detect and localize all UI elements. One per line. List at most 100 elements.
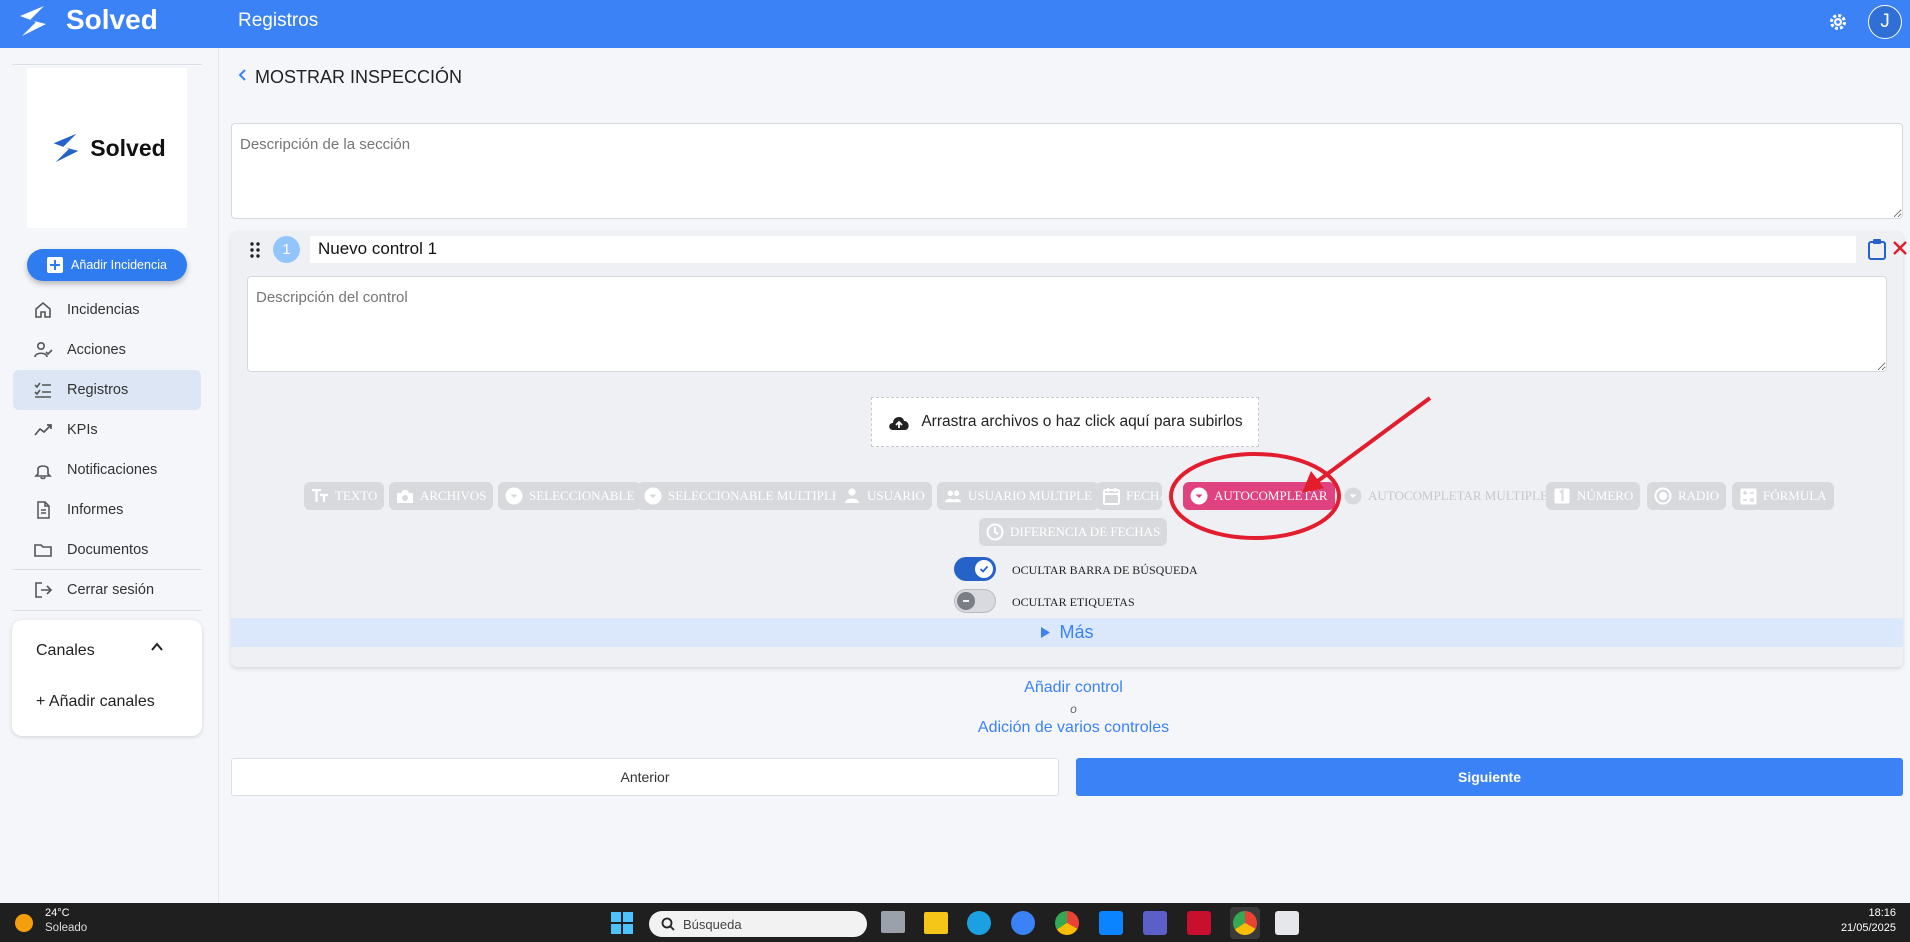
type-chip-label: FÓRMULA <box>1763 488 1827 503</box>
cloud-upload-icon <box>889 417 909 430</box>
people-icon <box>944 487 962 505</box>
chrome-active-icon[interactable] <box>1230 907 1260 939</box>
type-chip-label: SELECCIONABLE <box>529 488 635 503</box>
type-chip-label: USUARIO MULTIPLE <box>968 488 1093 503</box>
formula-icon <box>1739 487 1757 505</box>
type-chip-radio[interactable]: RADIO <box>1647 482 1727 510</box>
clock-time: 18:16 <box>1868 907 1896 919</box>
home-icon <box>35 301 51 318</box>
add-channels-button[interactable]: + Añadir canales <box>36 693 155 711</box>
type-chip-usuario[interactable]: USUARIO <box>836 482 932 510</box>
add-control-link[interactable]: Añadir control <box>219 679 1910 697</box>
sidebar: Solved Añadir Incidencia Incidencias Acc… <box>0 48 219 903</box>
task-view-icon[interactable] <box>881 911 905 933</box>
logout-icon <box>35 582 53 598</box>
channels-panel: Canales + Añadir canales <box>12 620 202 736</box>
type-chip-formula[interactable]: FÓRMULA <box>1732 482 1834 510</box>
brand-name: Solved <box>66 4 158 35</box>
type-chip-label: NÚMERO <box>1577 488 1634 503</box>
gear-icon[interactable] <box>1828 12 1848 32</box>
toggle-knob <box>957 592 975 610</box>
toggle-knob <box>975 560 993 578</box>
sidebar-item-label: Registros <box>67 382 129 398</box>
logout-label: Cerrar sesión <box>67 582 155 598</box>
more-options-toggle[interactable]: Más <box>231 618 1903 647</box>
solved-logo-icon <box>53 133 79 163</box>
type-chip-label: USUARIO <box>867 488 925 503</box>
chrome-icon[interactable] <box>1055 911 1079 935</box>
store-icon[interactable] <box>1099 911 1123 935</box>
sidebar-item-registros[interactable]: Registros <box>13 370 201 410</box>
top-bar: Solved Registros J <box>0 0 1910 48</box>
search-placeholder: Búsqueda <box>683 916 742 932</box>
weather-desc: Soleado <box>45 922 88 934</box>
calendar-icon <box>1103 487 1120 505</box>
windows-start-icon[interactable] <box>611 912 633 934</box>
section-description-input[interactable] <box>231 123 1903 219</box>
avatar[interactable]: J <box>1868 5 1902 39</box>
type-chip-label: RADIO <box>1678 488 1720 503</box>
type-chip-label: DIFERENCIA DE FECHAS <box>1010 524 1161 539</box>
sidebar-item-label: KPIs <box>67 422 98 438</box>
sidebar-item-incidencias[interactable]: Incidencias <box>13 290 201 330</box>
drag-handle-icon[interactable] <box>249 241 261 259</box>
chevron-up-icon[interactable] <box>150 640 164 654</box>
sidebar-item-notificaciones[interactable]: Notificaciones <box>13 450 201 490</box>
type-chip-seleccionable-multiple[interactable]: SELECCIONABLE MULTIPLE <box>637 482 847 510</box>
previous-button[interactable]: Anterior <box>231 758 1059 796</box>
edge-icon[interactable] <box>967 911 991 935</box>
type-chip-diferencia-de-fechas[interactable]: DIFERENCIA DE FECHAS <box>979 518 1168 546</box>
solved-logo-icon <box>14 2 52 40</box>
type-chip-texto[interactable]: TEXTO <box>304 482 385 510</box>
type-chip-seleccionable[interactable]: SELECCIONABLE <box>498 482 642 510</box>
close-icon[interactable] <box>1892 240 1908 256</box>
divider <box>12 64 202 65</box>
dropdown-icon <box>505 487 523 505</box>
timer-icon <box>986 523 1004 541</box>
sidebar-item-documentos[interactable]: Documentos <box>13 530 201 570</box>
type-chip-label: FECHA <box>1126 488 1162 503</box>
type-chip-fecha[interactable]: FECHA <box>1096 482 1162 510</box>
more-label: Más <box>1059 622 1094 642</box>
teams-icon[interactable] <box>1143 911 1167 935</box>
or-separator: o <box>1070 702 1077 716</box>
taskbar-search[interactable]: Búsqueda <box>649 911 867 937</box>
logout-button[interactable]: Cerrar sesión <box>13 570 201 610</box>
control-name-field[interactable]: Nuevo control 1 <box>310 236 1856 263</box>
type-chip-usuario-multiple[interactable]: USUARIO MULTIPLE <box>937 482 1100 510</box>
sidebar-item-acciones[interactable]: Acciones <box>13 330 201 370</box>
sidebar-item-kpis[interactable]: KPIs <box>13 410 201 450</box>
control-description-input[interactable] <box>247 276 1887 372</box>
minus-icon <box>963 600 969 602</box>
sidebar-item-label: Notificaciones <box>67 462 158 478</box>
snipping-tool-icon[interactable] <box>1275 911 1299 935</box>
document-icon <box>37 501 50 519</box>
add-incident-label: Añadir Incidencia <box>71 258 167 272</box>
weather-temp: 24°C <box>45 907 70 919</box>
divider <box>12 610 202 611</box>
type-chip-archivos[interactable]: ARCHIVOS <box>389 482 494 510</box>
add-multiple-controls-link[interactable]: Adición de varios controles <box>219 719 1910 737</box>
hide-labels-toggle[interactable] <box>954 589 996 613</box>
type-chip-label: ARCHIVOS <box>420 488 487 503</box>
trend-icon <box>34 424 52 436</box>
sidebar-item-label: Documentos <box>67 542 149 558</box>
type-chip-label: TEXTO <box>335 488 378 503</box>
check-icon <box>979 565 989 573</box>
hide-search-bar-toggle[interactable] <box>954 557 996 581</box>
camera-icon <box>396 487 414 505</box>
mcafee-icon[interactable] <box>1187 911 1211 935</box>
radio-icon <box>1654 487 1672 505</box>
sidebar-item-informes[interactable]: Informes <box>13 490 201 530</box>
clipboard-icon[interactable] <box>1867 238 1887 260</box>
next-button[interactable]: Siguiente <box>1076 758 1903 796</box>
sidebar-item-label: Acciones <box>67 342 126 358</box>
file-explorer-icon[interactable] <box>924 912 948 934</box>
clock-date: 21/05/2025 <box>1840 922 1896 934</box>
back-title[interactable]: MOSTRAR INSPECCIÓN <box>255 67 462 88</box>
bell-icon <box>34 465 52 480</box>
add-incident-button[interactable]: Añadir Incidencia <box>27 249 187 281</box>
chevron-left-icon[interactable] <box>237 68 249 82</box>
annotation-highlight <box>1169 396 1432 540</box>
help-icon[interactable] <box>1011 911 1035 935</box>
